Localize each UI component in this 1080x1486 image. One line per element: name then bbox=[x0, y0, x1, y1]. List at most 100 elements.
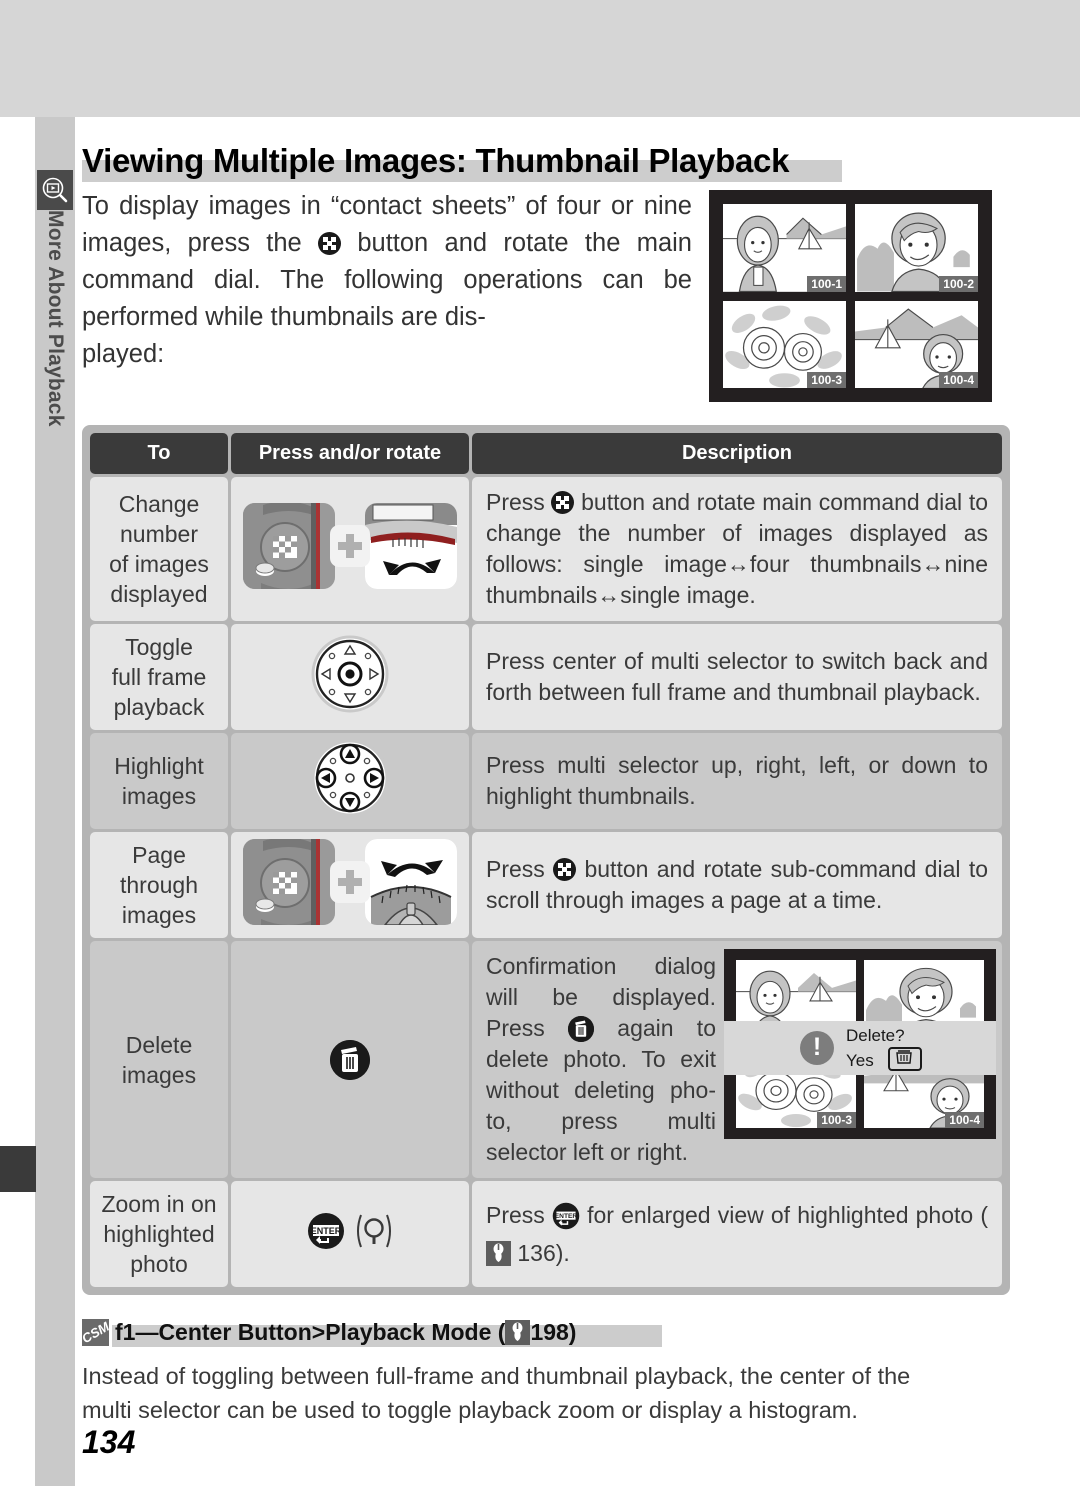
csm-note: CSM f1—Center Button>Playback Mode ( 198… bbox=[79, 1318, 1007, 1427]
row-control-icons bbox=[231, 477, 469, 621]
row-control-icons: ENTER bbox=[231, 1181, 469, 1287]
label-line: displayed bbox=[110, 581, 208, 607]
playback-magnifier-icon bbox=[37, 170, 73, 210]
table-row: Highlight images Press multi selector up… bbox=[90, 733, 1002, 829]
row-action-label: Change number of images displayed bbox=[90, 477, 228, 621]
side-chapter-label: More About Playback bbox=[44, 210, 67, 427]
four-thumbnail-playback-screen: 100-1 100-2 100-3 100-4 bbox=[709, 190, 992, 402]
table-row: Change number of images displayed Press … bbox=[90, 477, 1002, 621]
svg-text:ENTER: ENTER bbox=[555, 1213, 578, 1220]
warning-icon: ! bbox=[800, 1031, 834, 1065]
csm-heading: f1—Center Button>Playback Mode ( 198) bbox=[115, 1319, 576, 1346]
thumbnail-tag: 100-4 bbox=[939, 372, 978, 388]
dialog-title: Delete? bbox=[846, 1025, 905, 1045]
row-description: Confirmation dialog will be displayed. P… bbox=[472, 941, 1002, 1178]
label-line: images bbox=[121, 1061, 197, 1088]
column-header-press: Press and/or rotate bbox=[231, 433, 469, 474]
thumbnail-button-photo bbox=[243, 839, 335, 925]
csm-badge-icon: CSM bbox=[79, 1318, 112, 1347]
description-text: 136). bbox=[511, 1239, 570, 1266]
row-action-label: Zoom in on highlighted photo bbox=[90, 1181, 228, 1287]
csm-body: Instead of toggling between full-frame a… bbox=[82, 1359, 1007, 1427]
page-title: Viewing Multiple Images: Thumbnail Playb… bbox=[82, 142, 790, 179]
sub-command-dial-photo bbox=[365, 839, 457, 925]
magnifier-symbol-icon bbox=[354, 1211, 394, 1257]
thumbnail-tag: 100-2 bbox=[939, 275, 978, 292]
row-action-label: Page through images bbox=[90, 832, 228, 938]
multi-selector-center-press-icon bbox=[311, 635, 389, 718]
column-header-description: Description bbox=[472, 433, 1002, 474]
thumbnail-cell: 100-3 bbox=[723, 300, 846, 388]
page-title-wrap: Viewing Multiple Images: Thumbnail Playb… bbox=[82, 142, 962, 182]
table-row: Toggle full frame playback Press center … bbox=[90, 624, 1002, 730]
operations-table: To Press and/or rotate Description Chang… bbox=[82, 425, 1010, 1295]
manual-reference-icon bbox=[505, 1320, 531, 1345]
label-line: number bbox=[120, 521, 198, 547]
thumbnail-button-photo bbox=[243, 503, 335, 589]
thumbnail-tag: 100-3 bbox=[807, 372, 846, 388]
table-row: Delete images Confirmation dialog will b… bbox=[90, 941, 1002, 1178]
csm-heading-reference: 198) bbox=[530, 1319, 577, 1345]
row-control-icons bbox=[231, 832, 469, 938]
label-line: of images bbox=[109, 551, 209, 577]
thumbnail-cell: 100-4 bbox=[855, 300, 978, 388]
dialog-option-yes[interactable]: Yes bbox=[846, 1051, 874, 1070]
row-description: Press button and rotate sub-command dial… bbox=[472, 832, 1002, 938]
label-line: Page bbox=[132, 842, 186, 868]
row-description: Press center of multi selector to switch… bbox=[472, 624, 1002, 730]
intro-paragraph: To display images in “contact sheets” of… bbox=[82, 188, 692, 373]
dialog-trash-icon[interactable] bbox=[887, 1046, 922, 1071]
row-action-label: Delete images bbox=[90, 941, 228, 1178]
label-line: through bbox=[119, 872, 198, 898]
thumbnail-button-icon bbox=[553, 858, 577, 881]
intro-line-6: played: bbox=[82, 340, 165, 368]
label-line: Zoom in on bbox=[101, 1191, 217, 1217]
page-content: Viewing Multiple Images: Thumbnail Playb… bbox=[79, 0, 1012, 1486]
row-control-icons bbox=[231, 941, 469, 1178]
enter-button-icon: ENTER bbox=[307, 1212, 345, 1256]
intro-line-3: button and rotate the bbox=[357, 229, 621, 257]
description-text: for enlarged view of highlighted photo ( bbox=[579, 1201, 988, 1228]
thumbnail-tag: 100-4 bbox=[945, 1112, 984, 1128]
label-line: Highlight bbox=[114, 753, 204, 779]
plus-sign-icon bbox=[330, 525, 370, 567]
row-control-icons bbox=[231, 733, 469, 829]
description-text: Press bbox=[486, 489, 552, 515]
chapter-tab-marker bbox=[0, 1146, 36, 1192]
description-text: Press bbox=[486, 856, 554, 882]
csm-heading-text: f1—Center Button>Playback Mode ( bbox=[115, 1319, 506, 1345]
main-command-dial-photo bbox=[365, 503, 457, 589]
dialog-yes-row: Yes bbox=[846, 1046, 922, 1072]
manual-reference-icon bbox=[486, 1240, 511, 1266]
label-line: Change bbox=[118, 491, 200, 517]
label-line: Delete bbox=[125, 1031, 193, 1058]
table-row: Zoom in on highlighted photo ENTER Press… bbox=[90, 1181, 1002, 1287]
svg-text:ENTER: ENTER bbox=[310, 1226, 341, 1236]
delete-confirmation-dialog: ! Delete? Yes bbox=[724, 1021, 996, 1075]
table-row: Page through images Press button and rot… bbox=[90, 832, 1002, 938]
thumbnail-cell: 100-2 bbox=[855, 204, 978, 292]
thumbnail-tag: 100-3 bbox=[817, 1112, 856, 1128]
manual-page: More About Playback Viewing Multiple Ima… bbox=[0, 0, 1080, 1486]
plus-sign-icon bbox=[330, 861, 370, 903]
label-line: playback bbox=[113, 694, 205, 720]
description-text: Press bbox=[486, 1201, 552, 1228]
csm-body-line-1: Instead of toggling between full-frame a… bbox=[82, 1363, 911, 1389]
label-line: full frame bbox=[111, 664, 207, 690]
table-header-row: To Press and/or rotate Description bbox=[90, 433, 1002, 474]
label-line: Toggle bbox=[125, 634, 193, 660]
multi-selector-directional-press-icon bbox=[311, 739, 389, 822]
thumbnail-tag: 100-1 bbox=[807, 275, 846, 292]
row-description: Press ENTER for enlarged view of highlig… bbox=[472, 1181, 1002, 1287]
csm-body-line-2: multi selector can be used to toggle pla… bbox=[82, 1397, 858, 1423]
row-control-icons bbox=[231, 624, 469, 730]
thumbnail-cell: 100-1 bbox=[723, 204, 846, 292]
column-header-to: To bbox=[90, 433, 228, 474]
page-number: 134 bbox=[82, 1424, 136, 1460]
side-chapter-tab: More About Playback bbox=[36, 170, 74, 500]
row-action-label: Highlight images bbox=[90, 733, 228, 829]
trash-button-icon bbox=[568, 1016, 595, 1042]
intro-line-1: To display images in “contact sheets” of… bbox=[82, 192, 634, 220]
thumbnail-button-icon bbox=[551, 491, 575, 514]
label-line: photo bbox=[130, 1251, 188, 1277]
